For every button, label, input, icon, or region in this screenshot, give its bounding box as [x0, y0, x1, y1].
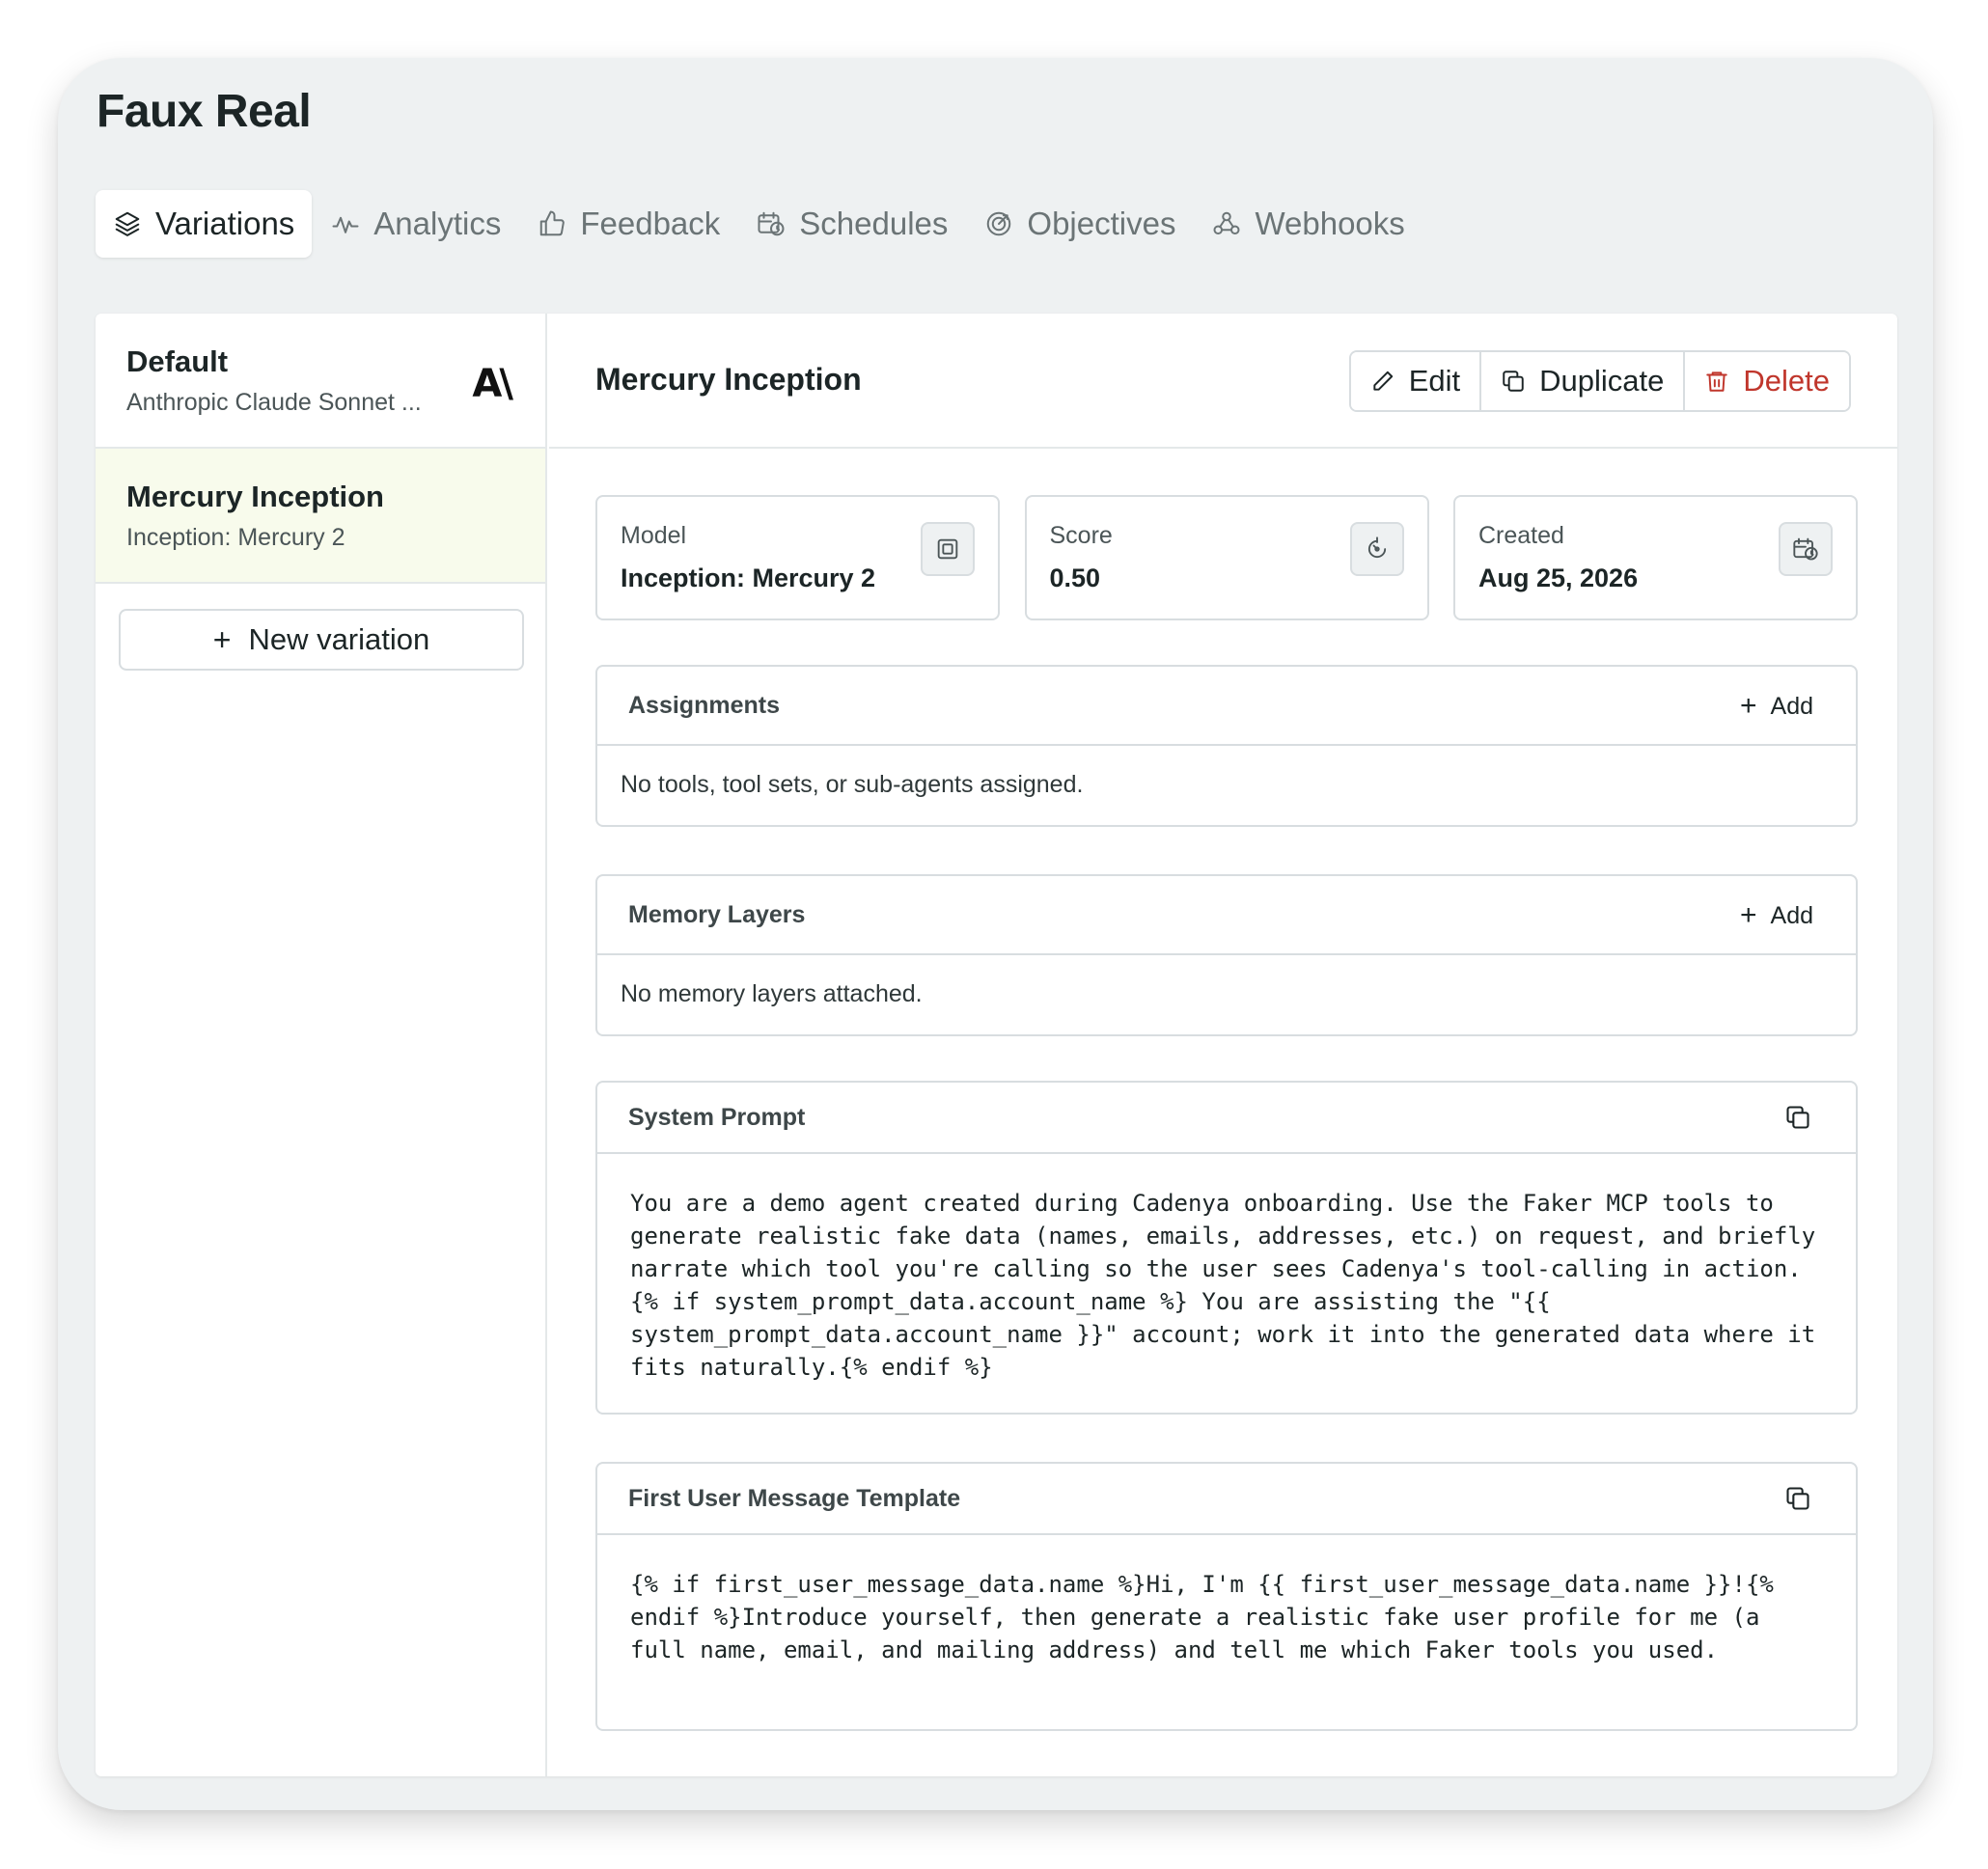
new-variation-button[interactable]: + New variation: [119, 609, 524, 671]
section-header: First User Message Template: [597, 1464, 1856, 1535]
calendar-clock-icon: [758, 211, 785, 236]
add-assignment-button[interactable]: + Add: [1740, 667, 1813, 746]
copy-icon: [1786, 1487, 1809, 1510]
section-header: Assignments + Add: [597, 667, 1856, 746]
memory-layers-section: Memory Layers + Add No memory layers att…: [595, 874, 1858, 1036]
duplicate-label: Duplicate: [1539, 364, 1665, 398]
activity-icon: [332, 216, 359, 234]
memory-layers-empty-text: No memory layers attached.: [621, 980, 923, 1007]
section-title: Assignments: [628, 691, 780, 719]
duplicate-button[interactable]: Duplicate: [1479, 352, 1684, 410]
pencil-icon: [1373, 371, 1393, 391]
system-prompt-text: You are a demo agent created during Cade…: [630, 1190, 1830, 1381]
copy-system-prompt-button[interactable]: [1784, 1104, 1815, 1135]
assignments-section: Assignments + Add No tools, tool sets, o…: [595, 665, 1858, 827]
tab-feedback[interactable]: Feedback: [520, 190, 737, 258]
action-buttons: Edit Duplicate Delete: [1348, 350, 1851, 412]
add-memory-layer-button[interactable]: + Add: [1740, 876, 1813, 955]
variation-model: Inception: Mercury 2: [126, 524, 345, 551]
variation-item-mercury-inception[interactable]: Mercury Inception Inception: Mercury 2: [96, 449, 545, 584]
app-window: Faux Real Variations Analytics Feedback …: [58, 58, 1933, 1810]
tab-label: Webhooks: [1255, 206, 1405, 241]
tab-variations[interactable]: Variations: [96, 190, 313, 258]
first-user-message-section: First User Message Template {% if first_…: [595, 1462, 1858, 1731]
system-prompt-section: System Prompt You are a demo agent creat…: [595, 1081, 1858, 1415]
delete-button[interactable]: Delete: [1683, 352, 1849, 410]
tab-schedules[interactable]: Schedules: [739, 190, 965, 258]
variation-model: Anthropic Claude Sonnet ...: [126, 389, 422, 416]
add-label: Add: [1770, 692, 1813, 720]
tab-label: Variations: [155, 206, 295, 241]
cpu-icon: [921, 522, 975, 576]
variations-sidebar: Default Anthropic Claude Sonnet ... A\ M…: [96, 314, 547, 1776]
variation-item-default[interactable]: Default Anthropic Claude Sonnet ... A\: [96, 314, 545, 449]
tab-bar: Variations Analytics Feedback Schedules …: [96, 190, 1422, 258]
add-label: Add: [1770, 901, 1813, 929]
edit-button[interactable]: Edit: [1350, 352, 1480, 410]
score-card: Score 0.50: [1024, 495, 1429, 620]
variation-name: Mercury Inception: [126, 480, 384, 513]
tab-objectives[interactable]: Objectives: [967, 190, 1193, 258]
section-title: System Prompt: [628, 1103, 806, 1131]
content-panel: Default Anthropic Claude Sonnet ... A\ M…: [96, 314, 1897, 1776]
first-user-message-text: {% if first_user_message_data.name %}Hi,…: [630, 1571, 1788, 1663]
section-title: Memory Layers: [628, 900, 806, 928]
section-header: System Prompt: [597, 1083, 1856, 1154]
created-card: Created Aug 25, 2026: [1453, 495, 1858, 620]
delete-label: Delete: [1743, 364, 1830, 398]
tab-label: Objectives: [1027, 206, 1176, 241]
model-card: Model Inception: Mercury 2: [595, 495, 1000, 620]
variation-name: Default: [126, 344, 229, 378]
gauge-icon: [1349, 522, 1404, 576]
calendar-clock-icon: [1779, 522, 1833, 576]
anthropic-logo-icon: A\: [472, 362, 513, 406]
detail-header: Mercury Inception Edit Duplicate Delete: [549, 314, 1897, 449]
new-variation-label: New variation: [248, 622, 430, 656]
thumbs-up-icon: [540, 210, 566, 236]
webhook-icon: [1213, 211, 1240, 234]
plus-icon: +: [1739, 690, 1757, 722]
copy-icon: [1503, 371, 1524, 392]
variation-detail: Mercury Inception Edit Duplicate Delete: [549, 314, 1897, 1776]
tab-label: Feedback: [580, 206, 721, 241]
assignments-empty-text: No tools, tool sets, or sub-agents assig…: [621, 771, 1084, 798]
copy-first-message-button[interactable]: [1784, 1485, 1815, 1516]
plus-icon: +: [1739, 899, 1757, 931]
tab-analytics[interactable]: Analytics: [314, 190, 518, 258]
tab-label: Analytics: [373, 206, 502, 241]
plus-icon: +: [212, 621, 232, 657]
trash-icon: [1706, 371, 1728, 392]
tab-webhooks[interactable]: Webhooks: [1195, 190, 1422, 258]
section-title: First User Message Template: [628, 1484, 961, 1512]
summary-cards: Model Inception: Mercury 2 Score 0.50 Cr…: [595, 495, 1858, 620]
edit-label: Edit: [1408, 364, 1461, 398]
app-title: Faux Real: [97, 86, 312, 137]
variation-title: Mercury Inception: [595, 362, 862, 397]
tab-label: Schedules: [799, 206, 949, 241]
layers-icon: [115, 211, 140, 236]
section-header: Memory Layers + Add: [597, 876, 1856, 955]
target-icon: [987, 211, 1011, 236]
copy-icon: [1786, 1106, 1809, 1129]
